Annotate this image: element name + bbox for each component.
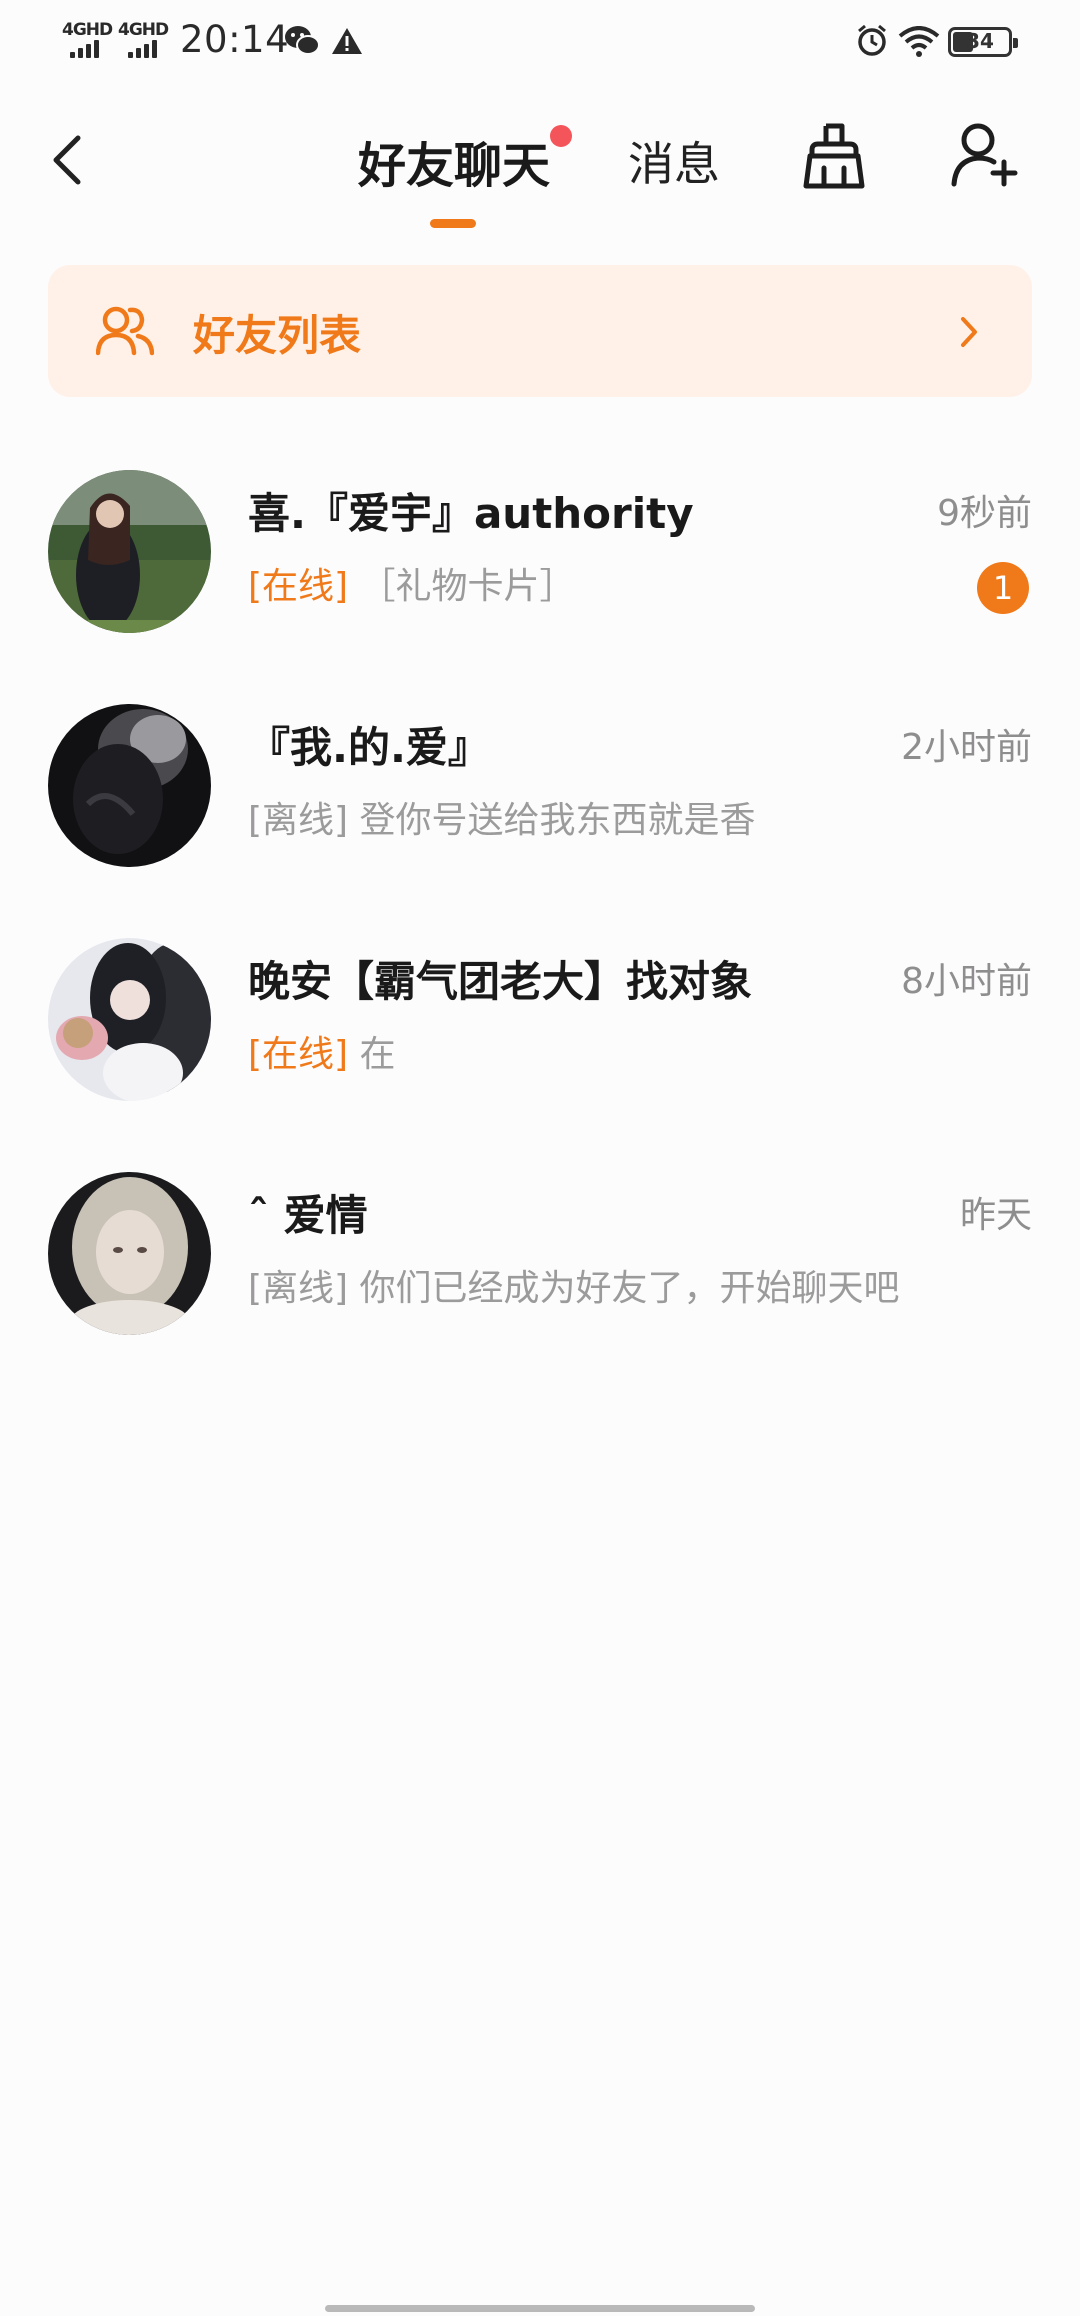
preview-text: ［礼物卡片］: [359, 566, 576, 607]
message-time: 2小时前: [901, 727, 1032, 768]
wechat-icon: [285, 26, 320, 55]
battery-level: 34: [966, 29, 994, 53]
chat-item[interactable]: 『我.的.爱』 2小时前 [离线] 登你号送给我东西就是香: [0, 704, 1080, 904]
chat-item[interactable]: 晚安【霸气团老大】找对象 8小时前 [在线] 在: [0, 938, 1080, 1138]
signal-icon-1: [70, 40, 106, 58]
offline-status: [离线]: [248, 800, 349, 841]
unread-count-badge: 1: [977, 562, 1029, 614]
message-preview: [离线] 你们已经成为好友了，开始聊天吧: [248, 1259, 900, 1311]
friend-list-label: 好友列表: [193, 311, 362, 360]
chevron-right-icon: [961, 317, 977, 347]
alarm-icon: [858, 24, 886, 56]
add-friend-icon[interactable]: [950, 120, 1020, 190]
clock: 20:14: [180, 18, 290, 61]
tab-messages[interactable]: 消息: [628, 128, 720, 194]
message-time: 9秒前: [937, 493, 1032, 534]
battery-icon: 34: [948, 27, 1018, 57]
online-status: [在线]: [248, 566, 349, 607]
message-preview: [在线] 在: [248, 1025, 396, 1077]
wifi-icon: [898, 26, 940, 57]
chat-item[interactable]: 喜.『爱宇』authority 9秒前 [在线] ［礼物卡片］ 1: [0, 470, 1080, 670]
avatar: [48, 938, 211, 1101]
home-indicator[interactable]: [325, 2305, 755, 2312]
friends-icon: [96, 306, 154, 356]
contact-name: 『我.的.爱』: [248, 723, 490, 772]
message-preview: [在线] ［礼物卡片］: [248, 557, 576, 609]
message-time: 8小时前: [901, 961, 1032, 1002]
avatar: [48, 470, 211, 633]
offline-status: [离线]: [248, 1268, 349, 1309]
signal-icon-2: [128, 40, 164, 58]
online-status: [在线]: [248, 1034, 349, 1075]
header: 好友聊天 消息: [0, 100, 1080, 240]
preview-text: 在: [359, 1034, 396, 1075]
broom-icon[interactable]: [800, 120, 868, 192]
network-indicator-1: 4GHD: [62, 20, 113, 40]
friend-list-button[interactable]: 好友列表: [48, 265, 1032, 397]
avatar: [48, 1172, 211, 1335]
tab-friend-chat[interactable]: 好友聊天: [358, 126, 550, 196]
status-bar: 4GHD 4GHD 20:14 34: [0, 0, 1080, 80]
unread-dot: [550, 125, 572, 147]
contact-name: ˆ 爱情: [248, 1191, 368, 1240]
preview-text: 登你号送给我东西就是香: [359, 800, 756, 841]
preview-text: 你们已经成为好友了，开始聊天吧: [359, 1268, 900, 1309]
contact-name: 晚安【霸气团老大】找对象: [248, 957, 753, 1006]
active-tab-indicator: [430, 219, 476, 228]
back-button[interactable]: [40, 130, 100, 190]
network-indicator-2: 4GHD: [118, 20, 169, 40]
avatar: [48, 704, 211, 867]
message-preview: [离线] 登你号送给我东西就是香: [248, 791, 756, 843]
chat-item[interactable]: ˆ 爱情 昨天 [离线] 你们已经成为好友了，开始聊天吧: [0, 1172, 1080, 1372]
contact-name: 喜.『爱宇』authority: [248, 489, 694, 538]
message-time: 昨天: [959, 1195, 1032, 1236]
warning-icon: [332, 28, 362, 54]
